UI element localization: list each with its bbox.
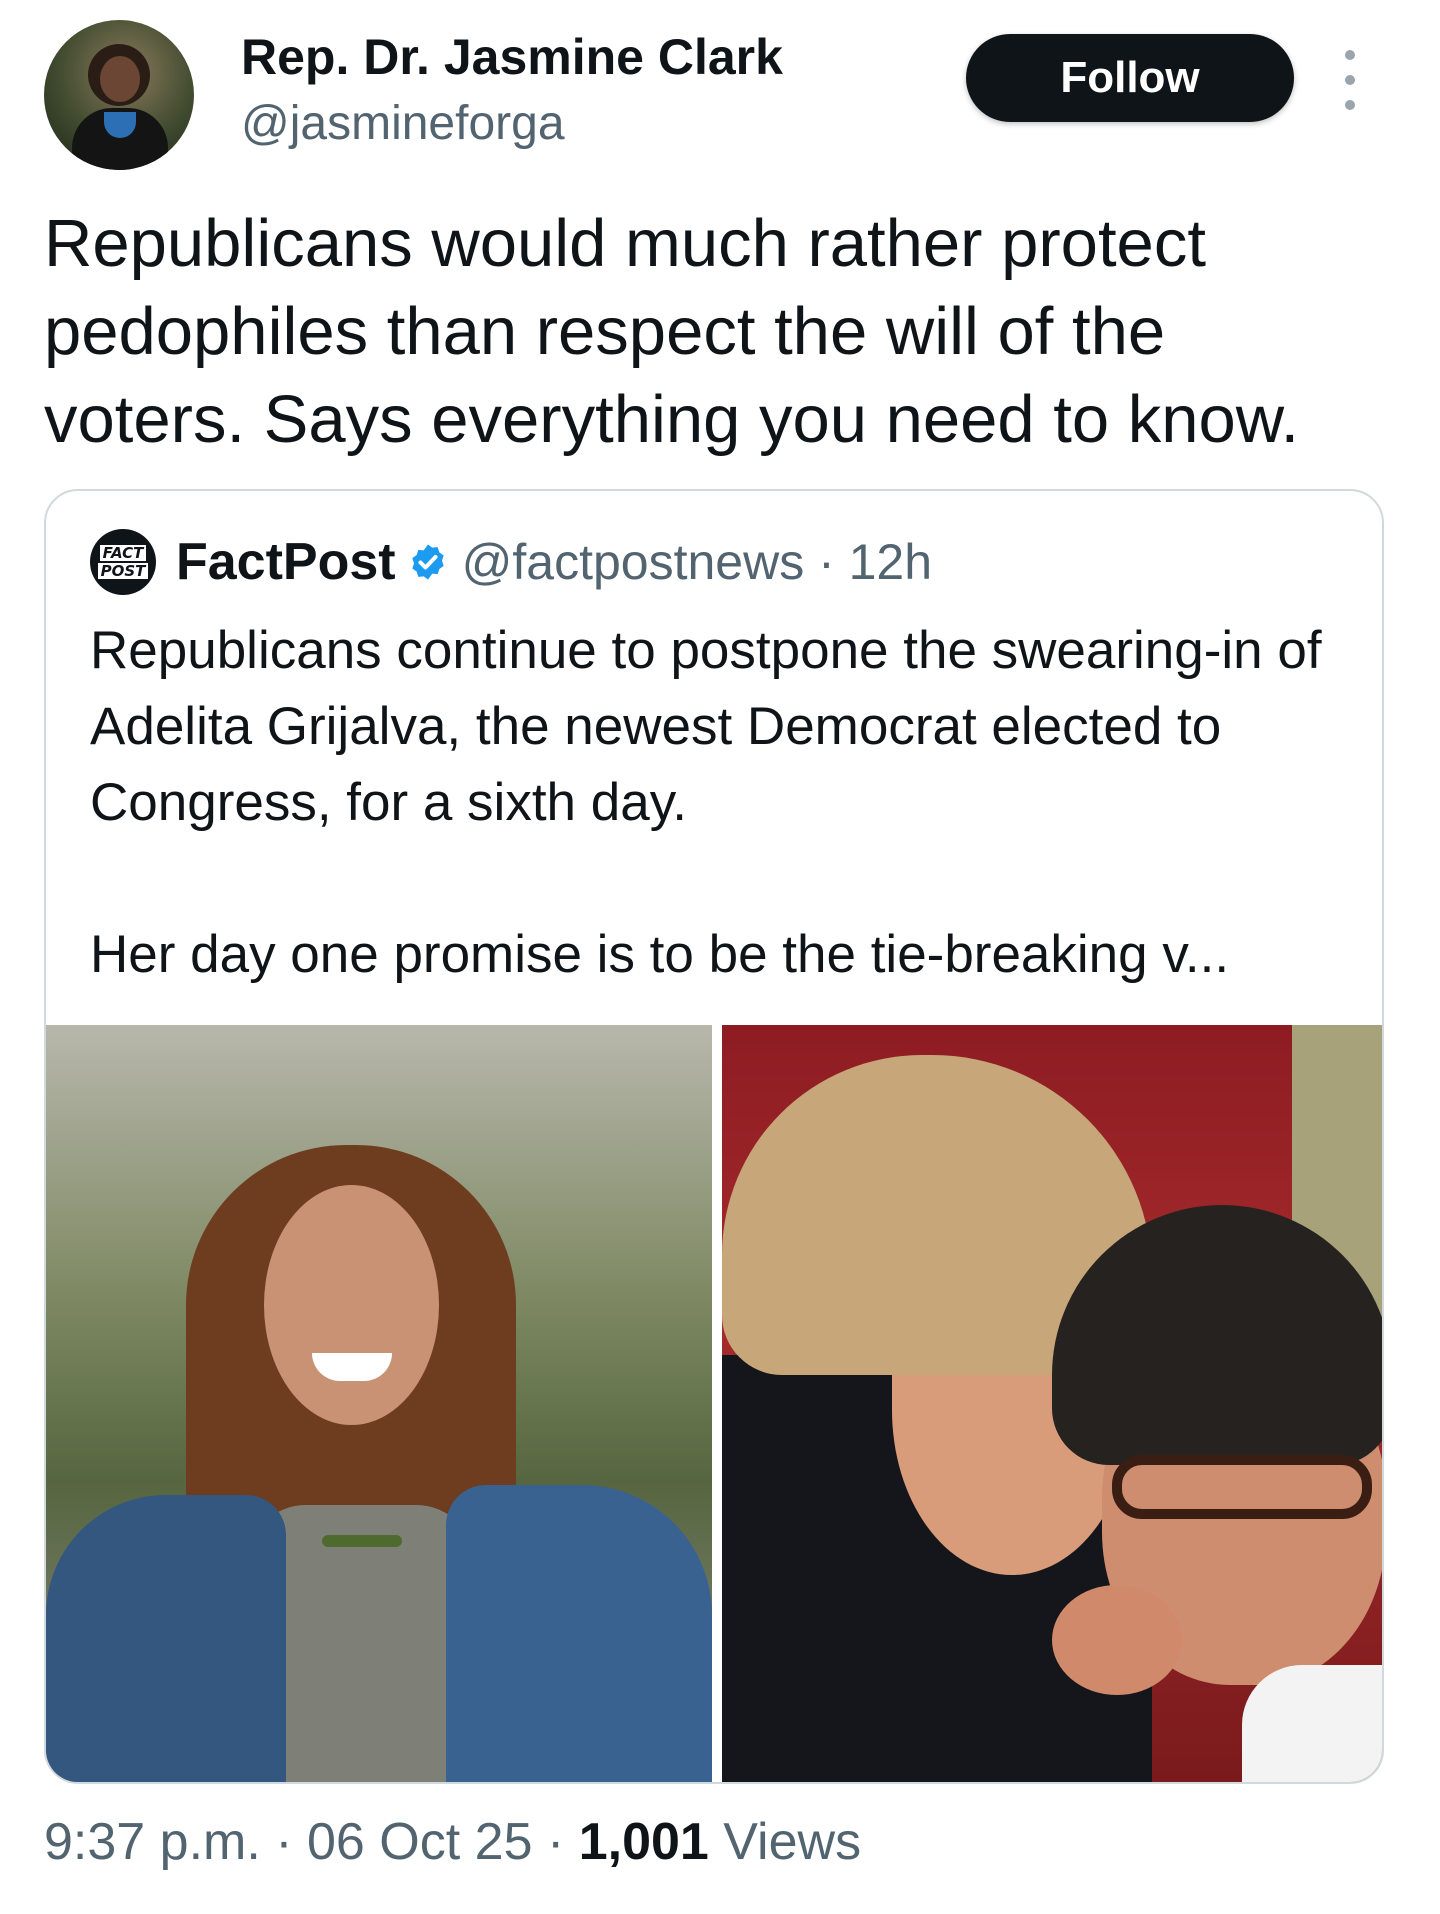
author-handle[interactable]: @jasmineforga [241,96,565,151]
views-count: 1,001 [578,1813,709,1871]
tweet-text: Republicans would much rather protect pe… [44,206,1300,457]
factpost-logo-top: FACT [99,545,147,561]
author-avatar[interactable] [44,20,194,170]
tweet-meta: 9:37 p.m. · 06 Oct 25 · 1,001 Views [44,1812,861,1872]
quoted-author-name[interactable]: FactPost [176,532,396,592]
meta-separator: · [275,1813,308,1871]
quoted-author-handle-time: @factpostnews · 12h [461,534,933,590]
follow-button[interactable]: Follow [966,34,1294,122]
more-dot [1345,75,1355,85]
more-options-icon[interactable] [1332,50,1368,110]
author-name[interactable]: Rep. Dr. Jasmine Clark [241,28,783,86]
factpost-logo-bottom: POST [97,563,149,579]
quoted-media-photo-right[interactable] [722,1025,1382,1782]
meta-separator: · [546,1813,579,1871]
avatar-face [100,56,140,102]
photo-glasses [1112,1455,1372,1519]
quoted-tweet-header: FACT POST FactPost @factpostnews · 12h [90,529,932,595]
more-dot [1345,100,1355,110]
photo-jacket-left [46,1495,286,1782]
tweet-date[interactable]: 06 Oct 25 [307,1813,532,1871]
tweet-time[interactable]: 9:37 p.m. [44,1813,261,1871]
photo-white-collar [1242,1665,1382,1782]
verified-badge-icon [411,544,444,580]
views-label: Views [723,1813,862,1871]
photo-necklace [322,1535,402,1547]
factpost-logo[interactable]: FACT POST [90,529,156,595]
quoted-media-photo-left[interactable] [46,1025,712,1782]
more-dot [1345,50,1355,60]
tweet-header: Rep. Dr. Jasmine Clark @jasmineforga Fol… [0,0,1440,190]
quoted-tweet-text: Republicans continue to postpone the swe… [90,621,1322,984]
photo-hand [1052,1585,1182,1695]
quoted-tweet-card[interactable]: FACT POST FactPost @factpostnews · 12h R… [44,489,1384,1784]
photo-jacket-right [446,1485,712,1782]
photo-face [264,1185,439,1425]
